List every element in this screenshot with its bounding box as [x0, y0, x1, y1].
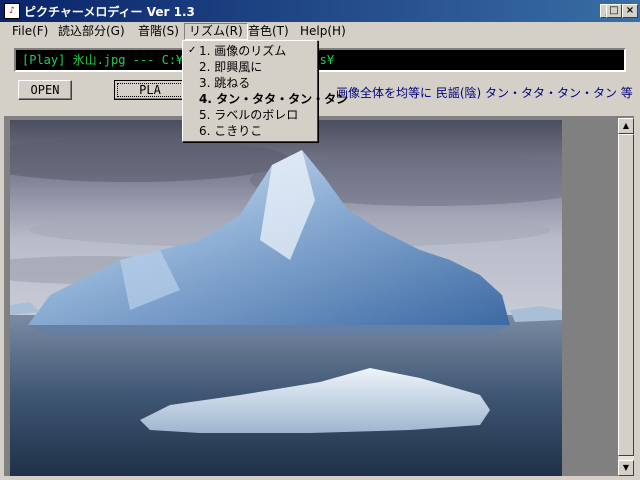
rhythm-option-label: 3. 跳ねる: [199, 76, 251, 90]
menu-rhythm[interactable]: リズム(R): [184, 23, 248, 40]
menu-file[interactable]: File(F): [8, 24, 52, 39]
status-display: [Play] 氷山.jpg --- C:¥ ures¥: [14, 48, 626, 72]
rhythm-option-bolero[interactable]: 5. ラベルのボレロ: [183, 107, 317, 123]
app-icon[interactable]: ♪: [4, 3, 20, 19]
image-viewer: ▲ ▼: [4, 116, 634, 476]
play-button[interactable]: PLA: [114, 80, 186, 100]
rhythm-option-label: 5. ラベルのボレロ: [199, 108, 299, 122]
menu-tone[interactable]: 音色(T): [244, 24, 293, 39]
rhythm-option-kokiriko[interactable]: 6. こきりこ: [183, 123, 317, 139]
play-button-label: PLA: [117, 83, 183, 97]
menu-bar: File(F) 読込部分(G) 音階(S) リズム(R) 音色(T) Help(…: [0, 22, 640, 41]
rhythm-option-improv[interactable]: 2. 即興風に: [183, 59, 317, 75]
close-button[interactable]: ×: [622, 4, 638, 18]
maximize-button[interactable]: □: [606, 4, 622, 18]
open-button[interactable]: OPEN: [18, 80, 72, 100]
scroll-up-icon[interactable]: ▲: [618, 118, 634, 134]
rhythm-dropdown-menu: ✓ 1. 画像のリズム 2. 即興風に 3. 跳ねる 4. タン・タタ・タン・タ…: [182, 40, 348, 142]
iceberg-image: [10, 120, 562, 476]
menu-scale[interactable]: 音階(S): [134, 24, 183, 39]
viewer-margin: [562, 118, 618, 476]
status-prefix: [Play] 氷山.jpg --- C:¥: [22, 53, 184, 67]
mode-description: 画像全体を均等に 民謡(陰) タン・タタ・タン・タン 等: [336, 86, 633, 100]
rhythm-option-label: 4. タン・タタ・タン・タン: [199, 92, 349, 106]
scroll-down-icon[interactable]: ▼: [618, 460, 634, 476]
window-title: ピクチャーメロディー Ver 1.3: [24, 5, 195, 19]
rhythm-option-tan-tata[interactable]: 4. タン・タタ・タン・タン: [183, 91, 348, 107]
title-bar: ♪ ピクチャーメロディー Ver 1.3 _ □ ×: [0, 0, 640, 22]
menu-read-part[interactable]: 読込部分(G): [54, 24, 129, 39]
rhythm-option-label: 1. 画像のリズム: [199, 44, 287, 58]
rhythm-option-bounce[interactable]: 3. 跳ねる: [183, 75, 317, 91]
rhythm-option-image[interactable]: ✓ 1. 画像のリズム: [183, 43, 317, 59]
check-icon: ✓: [188, 45, 197, 56]
rhythm-option-label: 2. 即興風に: [199, 60, 263, 74]
menu-help[interactable]: Help(H): [296, 24, 350, 39]
vertical-scrollbar[interactable]: ▲ ▼: [618, 118, 634, 476]
scroll-thumb[interactable]: [618, 134, 634, 456]
rhythm-option-label: 6. こきりこ: [199, 124, 263, 138]
